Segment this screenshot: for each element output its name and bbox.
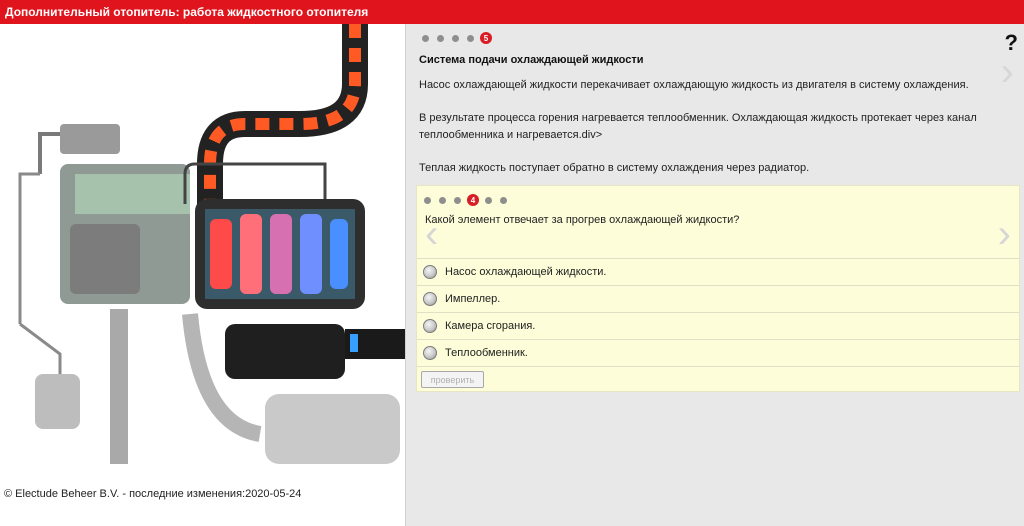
answer-label: Насос охлаждающей жидкости. bbox=[445, 266, 607, 278]
next-arrow-icon[interactable]: › bbox=[998, 214, 1011, 254]
info-page-indicator: 5 bbox=[422, 32, 498, 44]
page-dot[interactable] bbox=[500, 196, 507, 204]
section-title: Система подачи охлаждающей жидкости bbox=[419, 54, 644, 66]
page-dot[interactable] bbox=[467, 34, 474, 42]
answer-option[interactable]: Насос охлаждающей жидкости. bbox=[417, 258, 1019, 285]
page-dot[interactable] bbox=[424, 196, 431, 204]
answer-label: Теплообменник. bbox=[445, 347, 528, 359]
quiz-page-indicator: 4 bbox=[424, 194, 515, 206]
quiz-card: 4 ‹ › Какой элемент отвечает за прогрев … bbox=[416, 185, 1020, 392]
answer-option[interactable]: Камера сгорания. bbox=[417, 312, 1019, 339]
page-dot[interactable] bbox=[485, 196, 492, 204]
radio-button[interactable] bbox=[423, 292, 437, 306]
info-paragraph-3: Теплая жидкость поступает обратно в сист… bbox=[419, 162, 810, 174]
answer-label: Импеллер. bbox=[445, 293, 501, 305]
page-dot[interactable] bbox=[437, 34, 444, 42]
page-dot-active[interactable]: 4 bbox=[467, 194, 479, 206]
page-dot[interactable] bbox=[452, 34, 459, 42]
answer-option[interactable]: Теплообменник. bbox=[417, 339, 1019, 366]
page-dot[interactable] bbox=[454, 196, 461, 204]
heater-illustration bbox=[18, 24, 405, 464]
page-dot[interactable] bbox=[439, 196, 446, 204]
answer-label: Камера сгорания. bbox=[445, 320, 536, 332]
radio-button[interactable] bbox=[423, 346, 437, 360]
illustration-panel: © Electude Beheer B.V. - последние измен… bbox=[0, 24, 405, 526]
check-button[interactable]: проверить bbox=[421, 371, 484, 388]
quiz-question: Какой элемент отвечает за прогрев охлажд… bbox=[425, 214, 740, 226]
radio-button[interactable] bbox=[423, 319, 437, 333]
page-dot[interactable] bbox=[422, 34, 429, 42]
info-paragraph-2: В результате процесса горения нагреваетс… bbox=[419, 112, 977, 141]
page-dot-active[interactable]: 5 bbox=[480, 32, 492, 44]
divider bbox=[417, 366, 1019, 367]
content-panel: 5 ? › Система подачи охлаждающей жидкост… bbox=[405, 24, 1024, 526]
answer-option[interactable]: Импеллер. bbox=[417, 285, 1019, 312]
copyright-text: © Electude Beheer B.V. - последние измен… bbox=[4, 488, 302, 500]
radio-button[interactable] bbox=[423, 265, 437, 279]
window-title: Дополнительный отопитель: работа жидкост… bbox=[0, 0, 1024, 24]
info-paragraph-1: Насос охлаждающей жидкости перекачивает … bbox=[419, 79, 969, 91]
